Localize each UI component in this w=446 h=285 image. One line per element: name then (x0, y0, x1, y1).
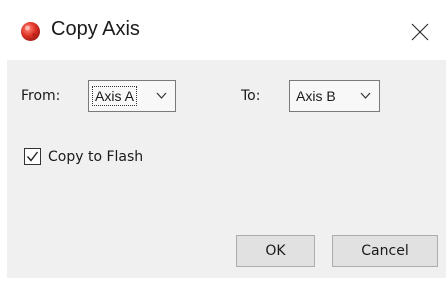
dialog-content: From: Axis A To: Axis B Copy to Flash OK… (7, 60, 446, 278)
copy-to-flash-label[interactable]: Copy to Flash (48, 149, 143, 165)
to-axis-select[interactable]: Axis B (289, 80, 380, 112)
from-axis-value: Axis A (92, 86, 137, 106)
from-axis-select[interactable]: Axis A (88, 80, 176, 112)
close-button[interactable] (400, 14, 440, 50)
checkmark-icon (26, 151, 39, 162)
ok-button[interactable]: OK (236, 235, 315, 267)
copy-to-flash-checkbox[interactable] (24, 148, 41, 165)
cancel-button[interactable]: Cancel (332, 235, 438, 267)
close-icon (411, 23, 429, 41)
window-title: Copy Axis (51, 18, 140, 40)
from-label: From: (21, 88, 61, 104)
app-icon (21, 22, 40, 41)
to-axis-value: Axis B (296, 88, 336, 104)
to-label: To: (241, 88, 261, 104)
chevron-down-icon (360, 92, 371, 99)
chevron-down-icon (156, 92, 167, 99)
title-bar: Copy Axis (0, 0, 446, 60)
